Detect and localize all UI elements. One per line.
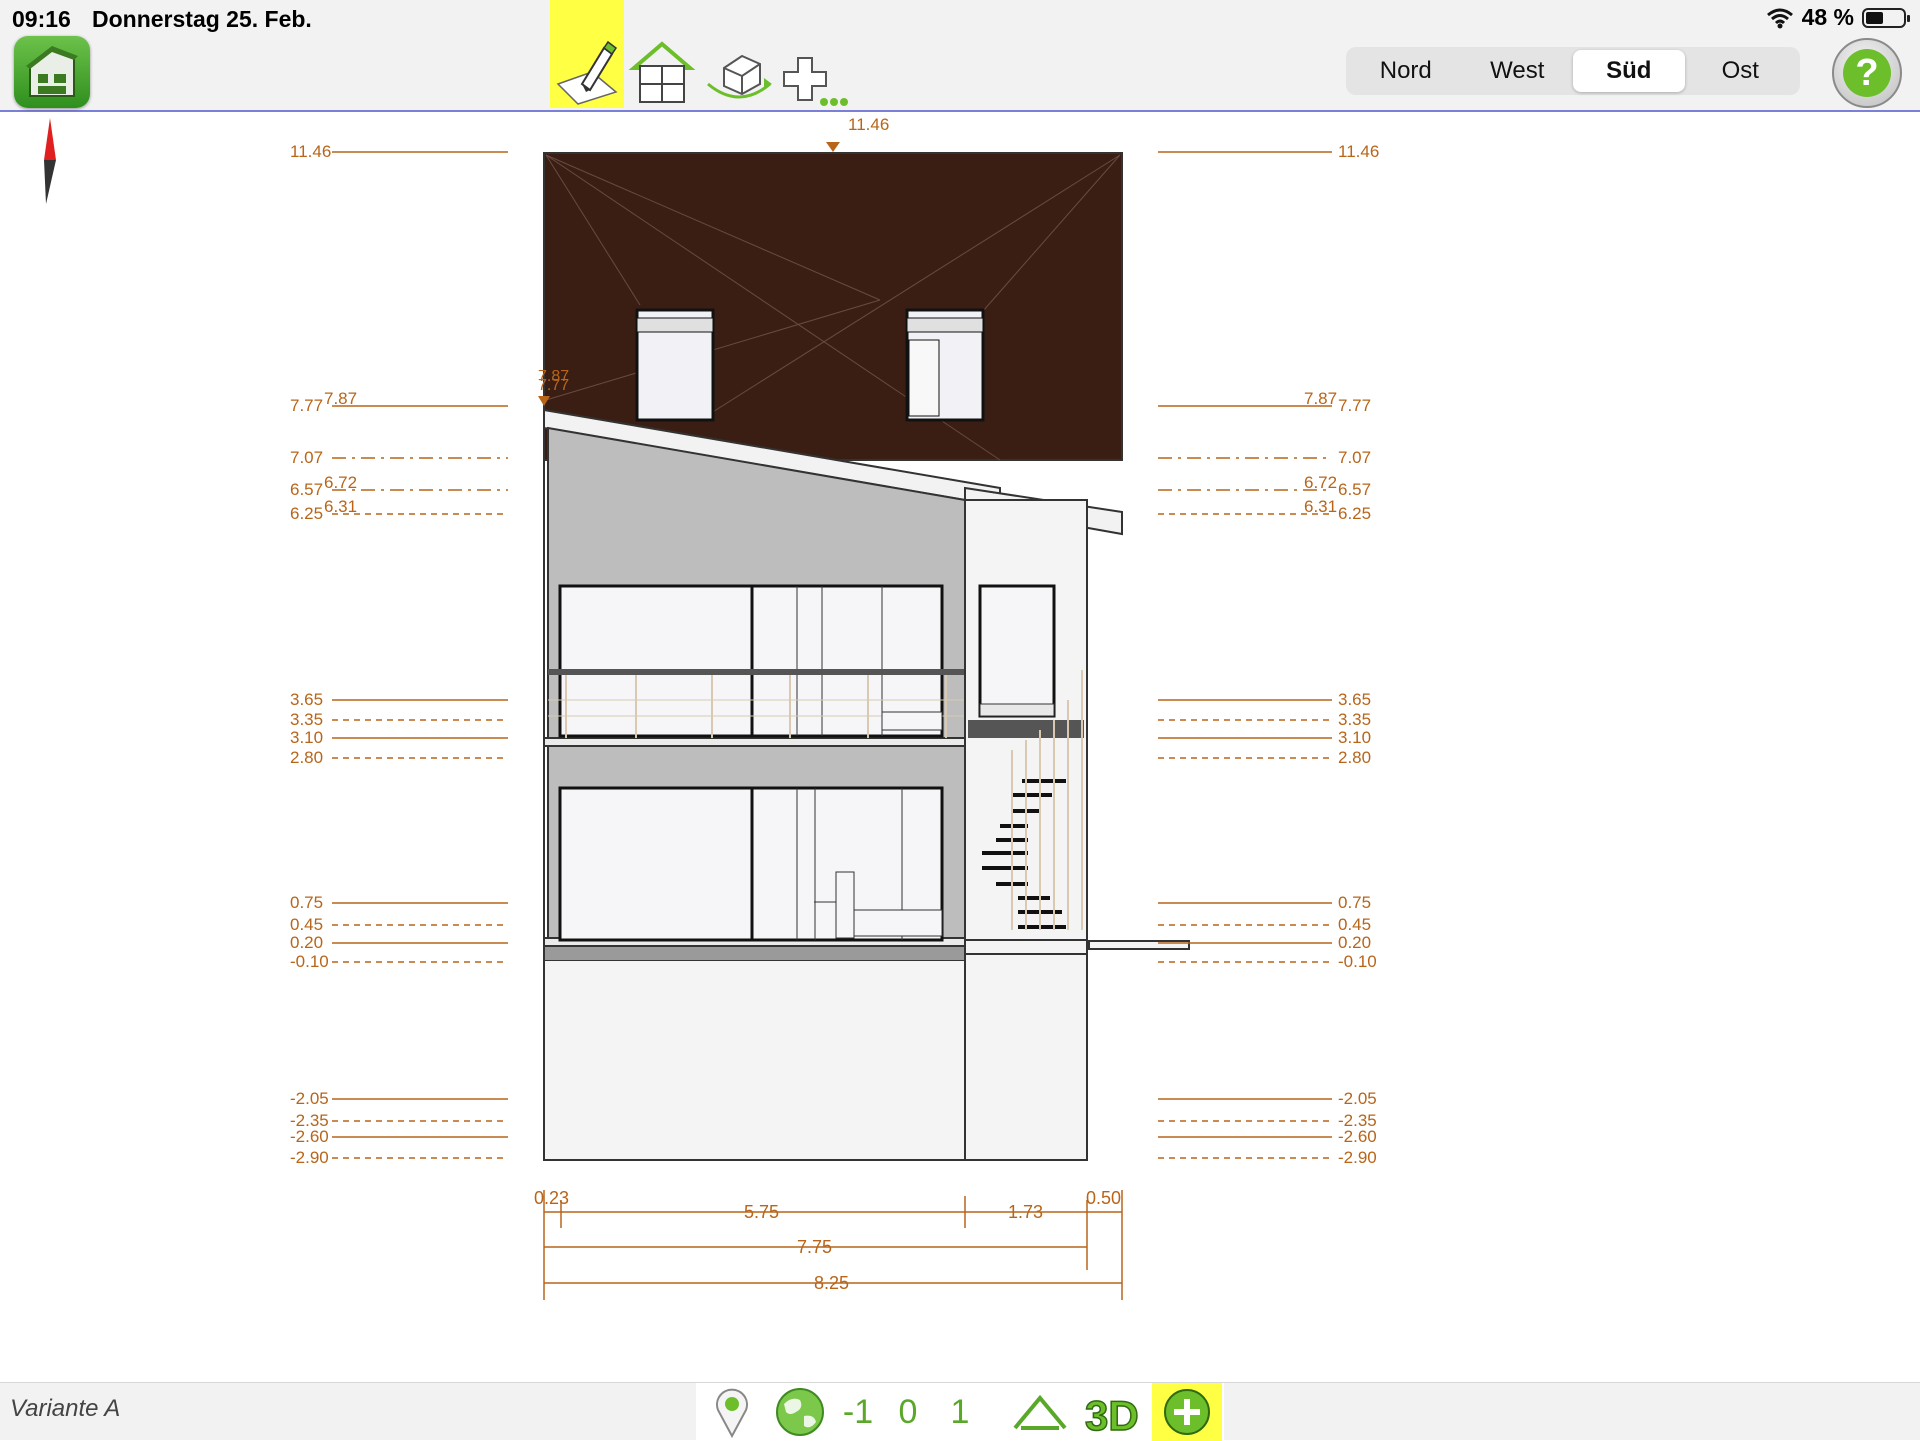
wifi-icon: [1766, 8, 1793, 28]
level-label-left: 6.25: [290, 504, 323, 523]
help-icon: ?: [1843, 49, 1891, 97]
roof: [543, 152, 1123, 461]
level-label-right-secondary: 6.31: [1304, 497, 1337, 516]
elevation-drawing[interactable]: 11.46 7.87 7.77 11.467.77 7.877.076.57 6.7…: [0, 112, 1920, 1382]
house-outline-icon[interactable]: [1010, 1383, 1070, 1441]
add-more-icon[interactable]: [778, 0, 852, 108]
tab-nord[interactable]: Nord: [1350, 50, 1462, 92]
status-time: 09:16: [12, 6, 71, 32]
dim-7-75: 7.75: [797, 1237, 832, 1257]
tab-west[interactable]: West: [1462, 50, 1574, 92]
add-circle-icon[interactable]: [1152, 1383, 1222, 1441]
bottom-toolbar: -1 0 1 3D: [696, 1383, 1224, 1441]
app-home-icon[interactable]: [14, 36, 90, 108]
level-label-left: 2.80: [290, 748, 323, 767]
level-label-right: -2.90: [1338, 1148, 1377, 1167]
level-label-right: 6.25: [1338, 504, 1371, 523]
tab-ost[interactable]: Ost: [1685, 50, 1797, 92]
level-label-left: -2.60: [290, 1127, 329, 1146]
level-label-right: 6.57: [1338, 480, 1371, 499]
battery-icon: [1862, 7, 1910, 28]
building-elevation: [543, 152, 1190, 1161]
level-label-left-secondary: 6.31: [324, 497, 357, 516]
svg-text:3D: 3D: [1085, 1392, 1139, 1436]
dim-8-25: 8.25: [814, 1273, 849, 1293]
edit-pencil-icon[interactable]: [550, 0, 624, 108]
level-markers-left: 11.46 7.77 7.87 7.07 6.57 6.726.25 6.31 3.653.3…: [290, 142, 508, 1167]
level-label-left: 3.35: [290, 710, 323, 729]
level-0[interactable]: 0: [886, 1383, 930, 1441]
status-date: Donnerstag 25. Feb.: [92, 6, 312, 32]
upper-window-left: [558, 584, 754, 738]
level-markers-right: 11.46 7.777.87 7.07 6.576.726.256.31 3.653.3…: [1158, 142, 1379, 1167]
level-label-right: 3.65: [1338, 690, 1371, 709]
location-pin-icon[interactable]: [708, 1383, 756, 1441]
compass-icon[interactable]: [44, 118, 56, 204]
level-label-left: 0.45: [290, 915, 323, 934]
level-label-right-secondary: 7.87: [1304, 389, 1337, 408]
level-label-right: -2.60: [1338, 1127, 1377, 1146]
top-height-marker: 11.46: [826, 115, 889, 152]
dim-0-50: 0.50: [1086, 1188, 1121, 1208]
level-label-left-secondary: 7.87: [324, 389, 357, 408]
battery-percent: 48 %: [1801, 4, 1854, 30]
status-bar: 09:16 Donnerstag 25. Feb. 48 %: [0, 0, 1920, 36]
level-label-right: 3.35: [1338, 710, 1371, 729]
level-minus-1[interactable]: -1: [836, 1383, 880, 1441]
level-label-left: -2.90: [290, 1148, 329, 1167]
dim-1-73: 1.73: [1008, 1202, 1043, 1222]
top-toolbar: 09:16 Donnerstag 25. Feb. 48 % Nord West…: [0, 0, 1920, 112]
side-window: [978, 584, 1056, 718]
level-label-left: 3.65: [290, 690, 323, 709]
level-label-right: 7.77: [1338, 396, 1371, 415]
level-1[interactable]: 1: [938, 1383, 982, 1441]
level-label-left: 0.75: [290, 893, 323, 912]
top-height-label: 11.46: [848, 115, 889, 134]
svg-text:7.77: 7.77: [538, 377, 569, 394]
level-label-left: -0.10: [290, 952, 329, 971]
level-label-right: 11.46: [1338, 142, 1379, 161]
view-direction-selector: Nord West Süd Ost: [1346, 47, 1800, 95]
globe-icon[interactable]: [772, 1383, 828, 1441]
bottom-bar: Variante A -1 0 1 3D: [0, 1382, 1920, 1441]
dimension-chains: 0.23 5.75 1.73 0.50 7.75 8.25: [534, 1188, 1123, 1300]
variant-label[interactable]: Variante A: [10, 1395, 120, 1423]
level-label-right: -0.10: [1338, 952, 1377, 971]
level-label-right: 2.80: [1338, 748, 1371, 767]
rotate-3d-house-icon[interactable]: [702, 0, 776, 108]
level-label-right: 3.10: [1338, 728, 1371, 747]
dim-0-23: 0.23: [534, 1188, 569, 1208]
level-label-right: 0.45: [1338, 915, 1371, 934]
level-label-right: 0.75: [1338, 893, 1371, 912]
tab-sued[interactable]: Süd: [1573, 50, 1685, 92]
level-label-left: 0.20: [290, 933, 323, 952]
status-right: 48 %: [1766, 4, 1910, 31]
level-label-left: 11.46: [290, 142, 331, 161]
lower-window-left: [558, 786, 754, 942]
floorplan-house-icon[interactable]: [626, 0, 700, 108]
level-label-left: -2.05: [290, 1089, 329, 1108]
basement-wall: [543, 959, 966, 1161]
help-button[interactable]: ?: [1832, 38, 1902, 108]
level-label-left: 3.10: [290, 728, 323, 747]
level-label-left: 6.57: [290, 480, 323, 499]
level-label-right: -2.05: [1338, 1089, 1377, 1108]
level-label-left-secondary: 6.72: [324, 473, 357, 492]
dim-5-75: 5.75: [744, 1202, 779, 1222]
level-label-right: 7.07: [1338, 448, 1371, 467]
level-label-left: 7.77: [290, 396, 323, 415]
level-label-left: 7.07: [290, 448, 323, 467]
level-label-right-secondary: 6.72: [1304, 473, 1337, 492]
3d-icon[interactable]: 3D: [1082, 1383, 1144, 1441]
level-label-right: 0.20: [1338, 933, 1371, 952]
